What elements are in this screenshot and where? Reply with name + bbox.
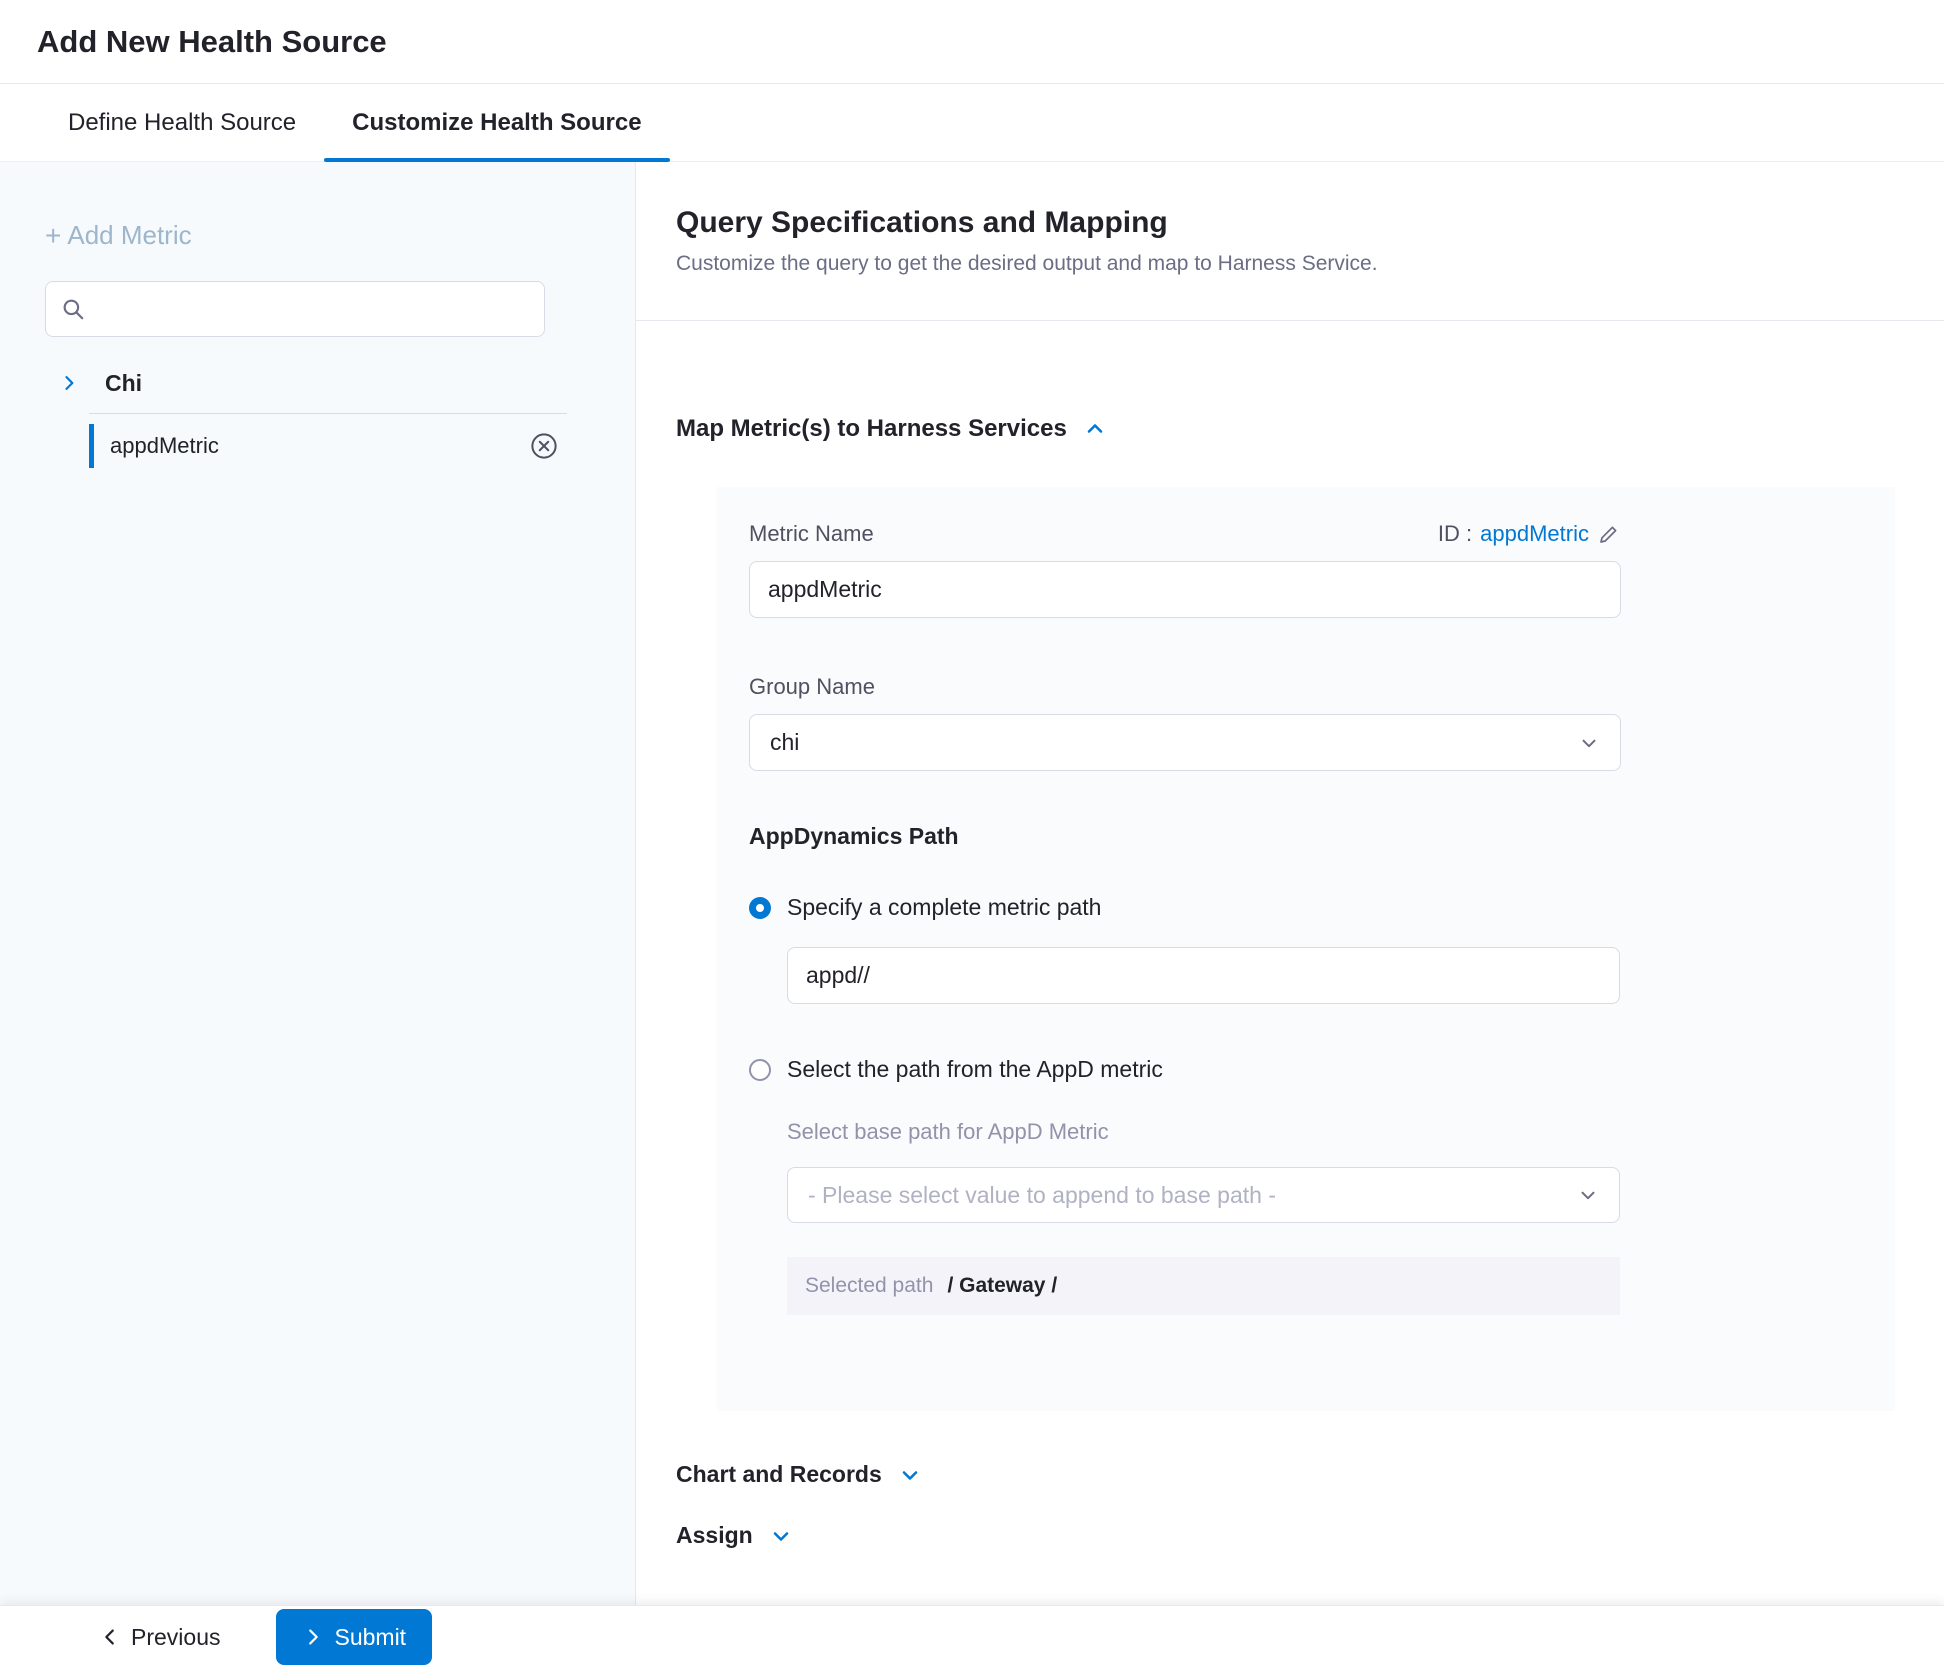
- plus-icon: +: [45, 222, 61, 250]
- edit-pencil-icon[interactable]: [1597, 522, 1621, 546]
- radio-select-label: Select the path from the AppD metric: [787, 1056, 1163, 1083]
- appdynamics-path-label: AppDynamics Path: [749, 823, 1895, 850]
- footer-bar: Previous Submit: [0, 1605, 1944, 1668]
- tabs-bar: Define Health Source Customize Health So…: [0, 84, 1944, 162]
- divider: [636, 320, 1944, 321]
- chevron-down-icon: [1577, 1184, 1599, 1206]
- group-name-label: Group Name: [749, 674, 1895, 700]
- group-name-value: chi: [770, 729, 799, 756]
- main-subtitle: Customize the query to get the desired o…: [676, 252, 1944, 276]
- radio-unselected-icon[interactable]: [749, 1059, 771, 1081]
- selected-path-label: Selected path: [805, 1274, 933, 1298]
- search-icon: [60, 296, 86, 322]
- search-input[interactable]: [96, 296, 530, 322]
- radio-select-appd-path[interactable]: Select the path from the AppD metric: [749, 1056, 1895, 1083]
- chevron-left-icon: [99, 1626, 121, 1648]
- add-metric-label: Add Metric: [67, 220, 191, 251]
- submit-button[interactable]: Submit: [276, 1609, 432, 1665]
- chart-records-section-toggle[interactable]: Chart and Records: [676, 1461, 922, 1488]
- main-title: Query Specifications and Mapping: [676, 206, 1944, 240]
- submit-label: Submit: [334, 1624, 406, 1651]
- selected-path-value: / Gateway /: [947, 1274, 1057, 1298]
- metric-name-row: Metric Name ID : appdMetric: [749, 521, 1621, 547]
- chevron-right-icon[interactable]: [59, 373, 79, 393]
- tab-define-health-source[interactable]: Define Health Source: [40, 84, 324, 161]
- base-path-placeholder: - Please select value to append to base …: [808, 1182, 1276, 1209]
- app-header: Add New Health Source: [0, 0, 1944, 84]
- chevron-down-icon[interactable]: [898, 1463, 922, 1487]
- tab-customize-health-source[interactable]: Customize Health Source: [324, 84, 669, 161]
- radio-complete-label: Specify a complete metric path: [787, 894, 1101, 921]
- sidebar-group-chi[interactable]: Chi: [45, 361, 635, 405]
- chart-section-title: Chart and Records: [676, 1461, 882, 1488]
- metric-path-input[interactable]: [787, 947, 1620, 1004]
- base-path-select[interactable]: - Please select value to append to base …: [787, 1167, 1620, 1223]
- page-title: Add New Health Source: [37, 24, 387, 60]
- main-panel: Query Specifications and Mapping Customi…: [636, 162, 1944, 1605]
- group-label: Chi: [105, 370, 142, 397]
- radio-complete-metric-path[interactable]: Specify a complete metric path: [749, 894, 1895, 921]
- previous-label: Previous: [131, 1624, 220, 1651]
- sidebar: + Add Metric Chi appdMetric: [0, 162, 636, 1605]
- sidebar-item-appdmetric[interactable]: appdMetric: [89, 424, 569, 468]
- metric-item-label: appdMetric: [110, 433, 219, 459]
- assign-section-title: Assign: [676, 1522, 753, 1549]
- metric-name-label: Metric Name: [749, 521, 874, 547]
- chevron-right-icon: [302, 1626, 324, 1648]
- chevron-down-icon[interactable]: [769, 1524, 793, 1548]
- group-name-select[interactable]: chi: [749, 714, 1621, 771]
- id-value-link[interactable]: appdMetric: [1480, 521, 1589, 547]
- chevron-down-icon: [1578, 732, 1600, 754]
- radio-selected-icon[interactable]: [749, 897, 771, 919]
- add-metric-button[interactable]: + Add Metric: [45, 220, 192, 251]
- metric-id-wrap: ID : appdMetric: [1438, 521, 1621, 547]
- previous-button[interactable]: Previous: [99, 1624, 220, 1651]
- map-section-title: Map Metric(s) to Harness Services: [676, 415, 1067, 443]
- assign-section-toggle[interactable]: Assign: [676, 1522, 793, 1549]
- map-metrics-panel: Metric Name ID : appdMetric Group Name c…: [717, 487, 1895, 1411]
- base-path-label: Select base path for AppD Metric: [787, 1119, 1895, 1145]
- metric-search-box: [45, 281, 545, 337]
- map-metrics-section-toggle[interactable]: Map Metric(s) to Harness Services: [676, 415, 1107, 443]
- content-area: + Add Metric Chi appdMetric: [0, 162, 1944, 1605]
- metric-name-input[interactable]: [749, 561, 1621, 618]
- tree-divider: [89, 413, 567, 414]
- selected-path-bar: Selected path / Gateway /: [787, 1257, 1620, 1315]
- chevron-up-icon[interactable]: [1083, 417, 1107, 441]
- remove-metric-icon[interactable]: [529, 431, 559, 461]
- id-label: ID :: [1438, 521, 1472, 547]
